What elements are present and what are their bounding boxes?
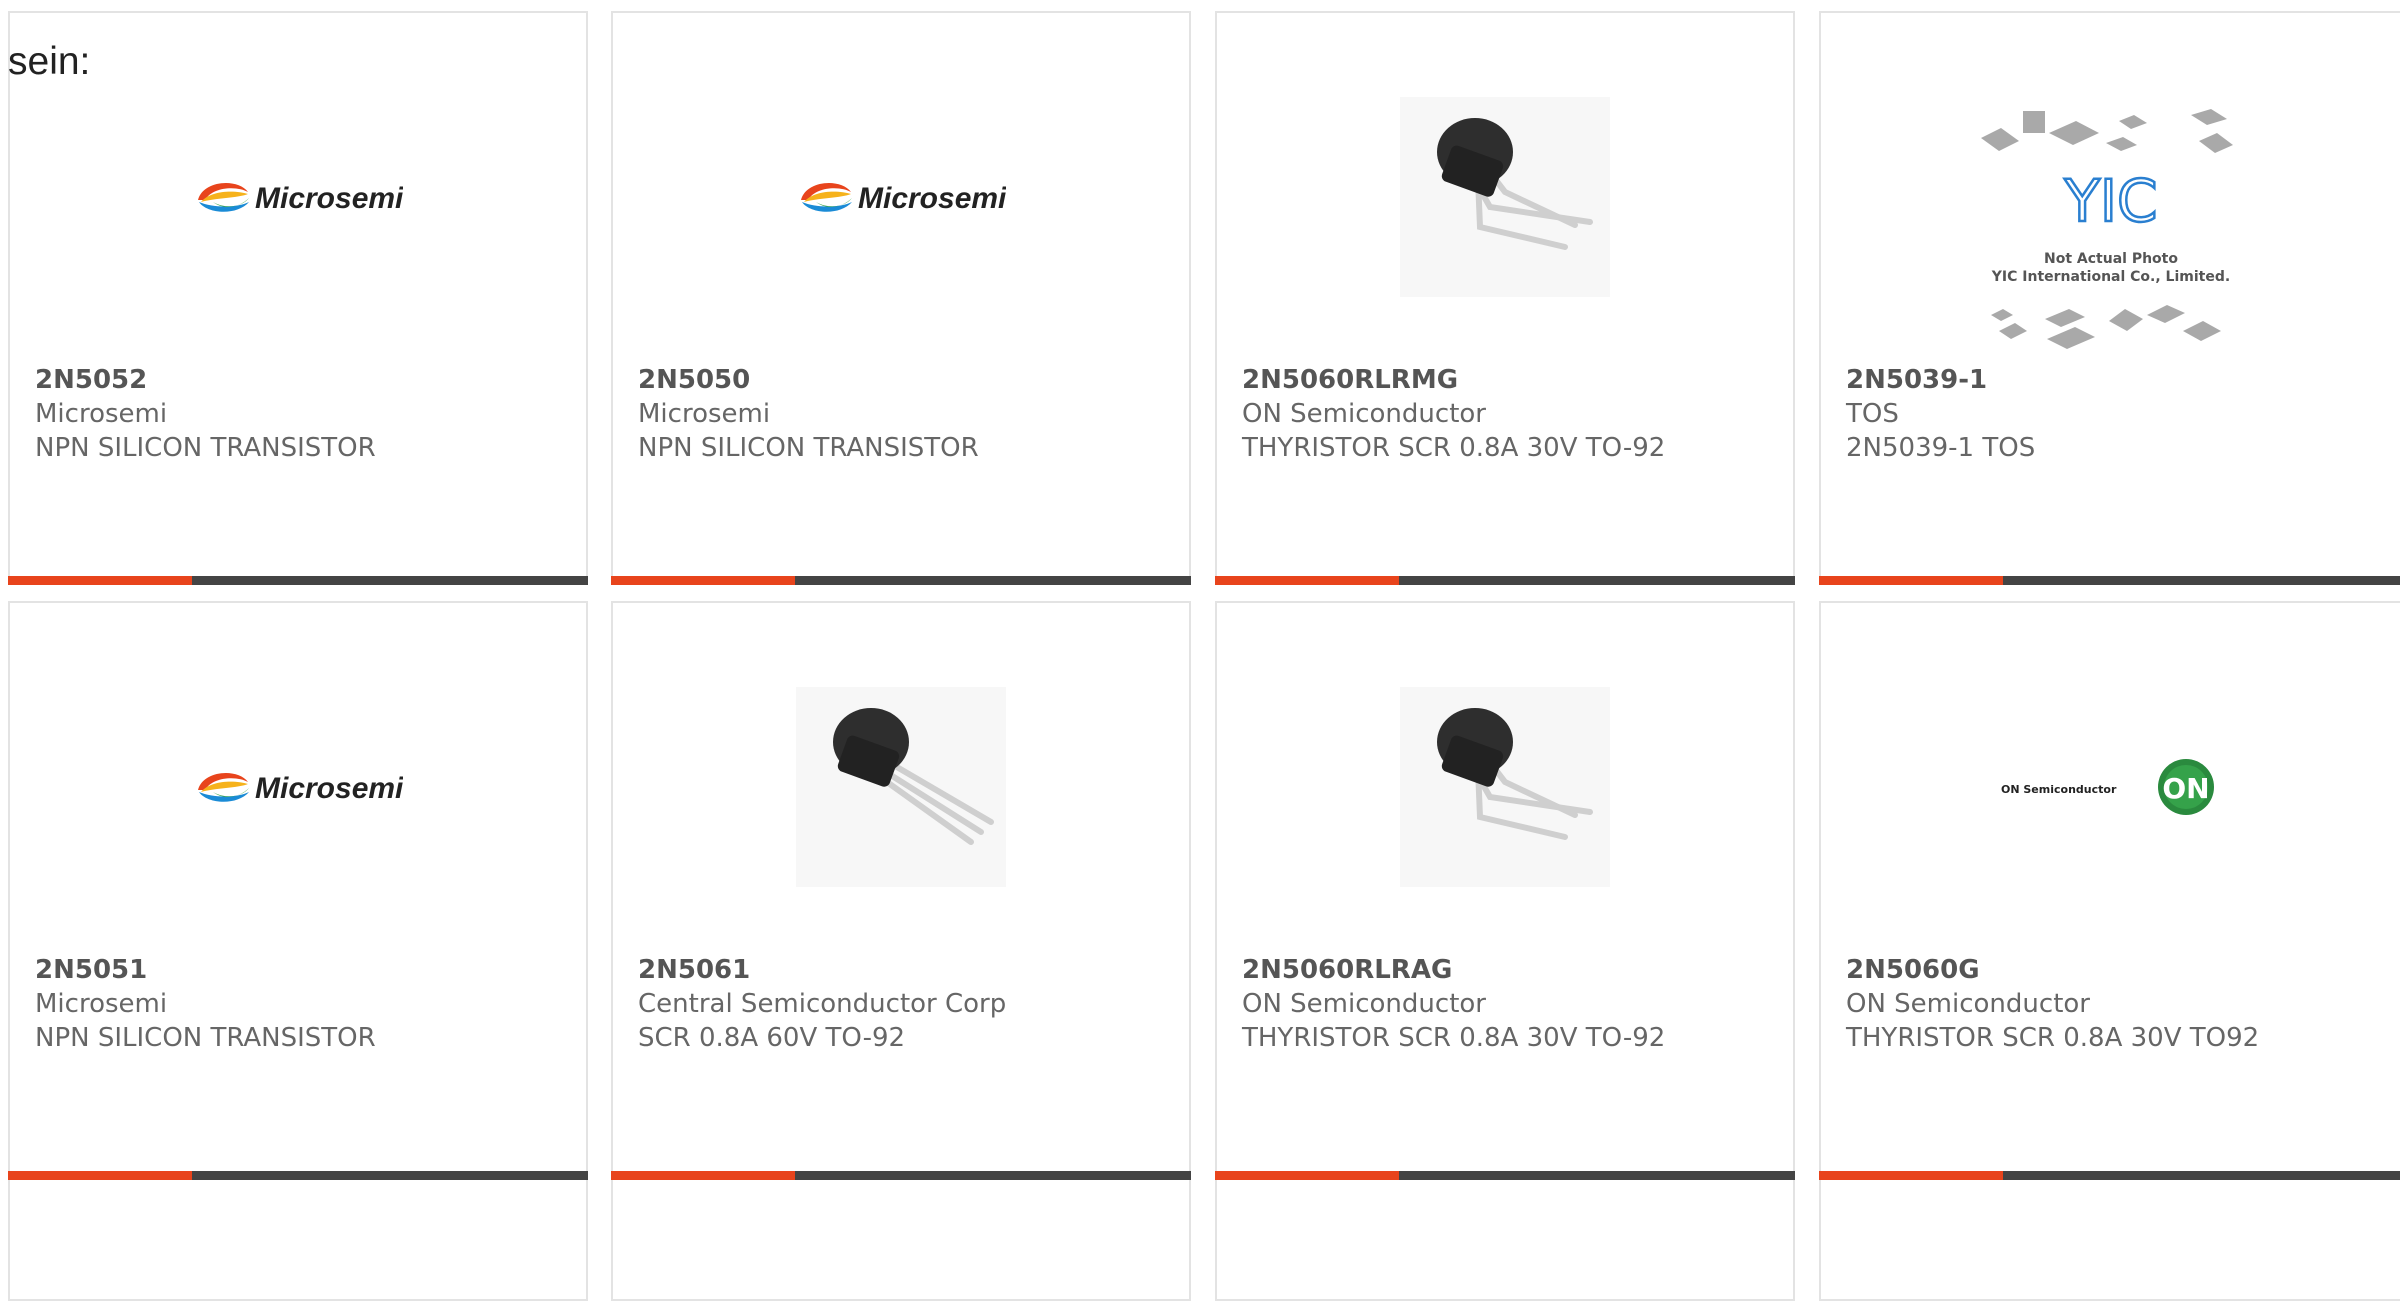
product-card[interactable]: YIC Not Actual Photo YIC International C… (1819, 11, 2400, 585)
description: SCR 0.8A 60V TO-92 (638, 1023, 906, 1053)
manufacturer: Microsemi (638, 399, 771, 429)
description: THYRISTOR SCR 0.8A 30V TO-92 (1242, 1023, 1666, 1053)
on-semi-logo-mark: ON (2162, 772, 2209, 805)
part-number[interactable]: 2N5060RLRMG (1242, 363, 1773, 397)
product-image: YIC Not Actual Photo YIC International C… (1821, 103, 2400, 353)
on-semi-logo-icon: ON Semiconductor ON (2001, 759, 2214, 815)
transistor-to92-icon (796, 687, 1006, 887)
part-number[interactable]: 2N5060G (1846, 953, 2380, 987)
description: NPN SILICON TRANSISTOR (638, 433, 979, 463)
image-caption-2: YIC International Co., Limited. (1990, 269, 2229, 285)
product-image: ON Semiconductor ON (1821, 667, 2400, 907)
product-card[interactable]: 2N5060RLRAG ON Semiconductor THYRISTOR S… (1215, 601, 1795, 1301)
manufacturer: ON Semiconductor (1242, 399, 1486, 429)
manufacturer: ON Semiconductor (1242, 989, 1486, 1019)
manufacturer: Central Semiconductor Corp (638, 989, 1007, 1019)
transistor-to92-icon (1400, 97, 1610, 297)
product-image: Microsemi (10, 77, 586, 317)
svg-text:Microsemi: Microsemi (858, 182, 1006, 215)
product-card[interactable]: ON Semiconductor ON 2N5060G ON Semicondu… (1819, 601, 2400, 1301)
transistor-to92-icon (1400, 687, 1610, 887)
part-number[interactable]: 2N5060RLRAG (1242, 953, 1773, 987)
product-card[interactable]: Microsemi 2N5051 Microsemi NPN SILICON T… (8, 601, 588, 1301)
card-bar-accent (611, 576, 795, 585)
description: NPN SILICON TRANSISTOR (35, 1023, 376, 1053)
product-image: Microsemi (613, 77, 1189, 317)
card-bar-accent (1819, 576, 2003, 585)
card-bar-accent (8, 1171, 192, 1180)
card-bar (611, 576, 1191, 585)
microsemi-logo-icon: Microsemi (198, 772, 403, 805)
part-number[interactable]: 2N5051 (35, 953, 566, 987)
description: 2N5039-1 TOS (1846, 433, 2036, 463)
yic-placeholder-icon: YIC Not Actual Photo YIC International C… (1980, 109, 2233, 349)
part-number[interactable]: 2N5039-1 (1846, 363, 2380, 397)
card-bar (8, 576, 588, 585)
card-bar (1819, 1171, 2400, 1180)
microsemi-logo-icon: Microsemi (198, 182, 403, 215)
card-bar-accent (1215, 1171, 1399, 1180)
manufacturer: Microsemi (35, 399, 168, 429)
card-bar (611, 1171, 1191, 1180)
manufacturer: ON Semiconductor (1846, 989, 2090, 1019)
intro-text: sein: (8, 40, 91, 83)
microsemi-logo-icon: Microsemi (801, 182, 1006, 215)
card-bar (1215, 576, 1795, 585)
manufacturer: TOS (1846, 399, 1899, 429)
card-bar (1819, 576, 2400, 585)
svg-text:Microsemi: Microsemi (255, 182, 403, 215)
card-bar-accent (1215, 576, 1399, 585)
image-caption-1: Not Actual Photo (2044, 251, 2178, 267)
svg-text:Microsemi: Microsemi (255, 772, 403, 805)
product-card[interactable]: Microsemi 2N5052 Microsemi NPN SILICON T… (8, 11, 588, 585)
product-card[interactable]: 2N5060RLRMG ON Semiconductor THYRISTOR S… (1215, 11, 1795, 585)
card-bar-accent (611, 1171, 795, 1180)
card-bar-accent (1819, 1171, 2003, 1180)
card-bar (1215, 1171, 1795, 1180)
part-number[interactable]: 2N5052 (35, 363, 566, 397)
product-image (1217, 667, 1793, 907)
card-bar (8, 1171, 588, 1180)
description: THYRISTOR SCR 0.8A 30V TO92 (1846, 1023, 2260, 1053)
product-image: Microsemi (10, 667, 586, 907)
product-card[interactable]: Microsemi 2N5050 Microsemi NPN SILICON T… (611, 11, 1191, 585)
product-image (613, 667, 1189, 907)
svg-text:YIC: YIC (2063, 167, 2157, 235)
product-image (1217, 77, 1793, 317)
part-number[interactable]: 2N5050 (638, 363, 1169, 397)
manufacturer: Microsemi (35, 989, 168, 1019)
product-card[interactable]: 2N5061 Central Semiconductor Corp SCR 0.… (611, 601, 1191, 1301)
part-number[interactable]: 2N5061 (638, 953, 1169, 987)
on-semi-logo-text: ON Semiconductor (2001, 783, 2117, 796)
description: THYRISTOR SCR 0.8A 30V TO-92 (1242, 433, 1666, 463)
card-bar-accent (8, 576, 192, 585)
description: NPN SILICON TRANSISTOR (35, 433, 376, 463)
